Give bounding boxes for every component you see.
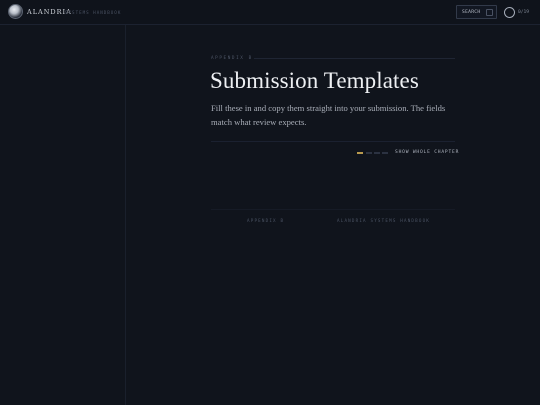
top-bar: ALANDRIA SYSTEMS HANDBOOK SEARCH 0/19 [0,0,540,25]
footer-handbook-label: ALANDRIA SYSTEMS HANDBOOK [337,218,431,223]
pager-dot-active[interactable] [357,152,363,154]
chapter-pager [357,152,391,154]
progress-count: 0/19 [518,10,530,15]
footer-chapter-label: APPENDIX B [247,218,285,223]
pager-dot[interactable] [366,152,372,154]
chapter-lede: Fill these in and copy them straight int… [211,103,446,127]
sidebar [0,25,126,405]
page-title: Submission Templates [210,68,419,93]
pager-dot[interactable] [382,152,388,154]
search-label: SEARCH [462,10,481,15]
show-whole-chapter-button[interactable]: SHOW WHOLE CHAPTER [395,150,459,155]
section-divider [211,141,455,142]
pager-dot[interactable] [374,152,380,154]
search-shortcut-key-icon [486,9,493,16]
brand-subtitle: SYSTEMS HANDBOOK [65,10,122,15]
progress-ring-icon [504,7,515,18]
kicker-divider [254,58,455,59]
footer-divider [211,209,455,210]
chapter-kicker: APPENDIX B [211,56,253,61]
logo-icon[interactable] [8,4,23,19]
search-button[interactable]: SEARCH [456,5,497,19]
